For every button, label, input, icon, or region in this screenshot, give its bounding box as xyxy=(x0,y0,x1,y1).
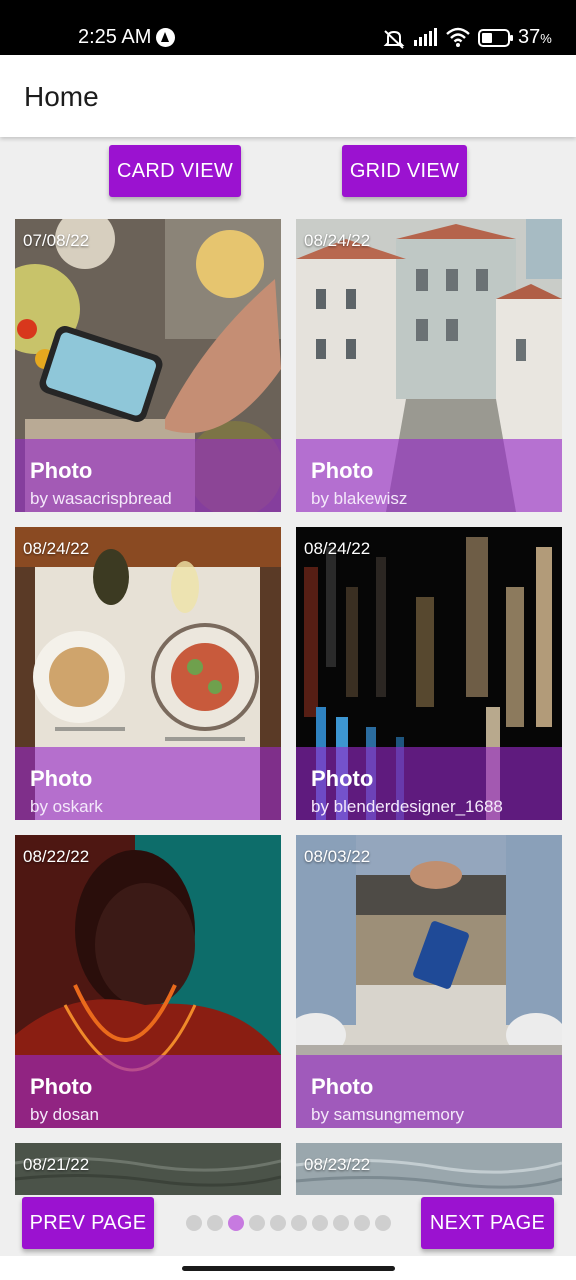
card-caption: Photo by blenderdesigner_1688 xyxy=(296,747,562,820)
card-title: Photo xyxy=(30,1074,93,1099)
accessibility-icon xyxy=(156,28,175,47)
card-date: 08/23/22 xyxy=(304,1155,371,1174)
next-page-button[interactable]: NEXT PAGE xyxy=(421,1197,554,1249)
mute-icon xyxy=(383,30,405,49)
card-caption: Photo by wasacrispbread xyxy=(15,439,281,512)
wifi-icon xyxy=(446,27,470,47)
page-dot[interactable] xyxy=(186,1215,202,1231)
status-bar: 2:25 AM 37% xyxy=(0,0,576,55)
card-caption: Photo by dosan xyxy=(15,1055,281,1128)
photo-card[interactable]: 08/24/22 Photo by blenderdesigner_1688 xyxy=(296,527,562,820)
card-title: Photo xyxy=(30,458,93,483)
grid-view-button[interactable]: GRID VIEW xyxy=(342,145,467,197)
page-indicator xyxy=(186,1215,391,1231)
page-dot[interactable] xyxy=(249,1215,265,1231)
card-date: 08/22/22 xyxy=(23,847,90,866)
page-dot[interactable] xyxy=(207,1215,223,1231)
card-date: 08/21/22 xyxy=(23,1155,90,1174)
page-dot[interactable] xyxy=(291,1215,307,1231)
page-dot[interactable] xyxy=(354,1215,370,1231)
photo-card[interactable]: 08/24/22 Photo by oskark xyxy=(15,527,281,820)
page-dot[interactable] xyxy=(333,1215,349,1231)
photo-card[interactable]: 08/21/22 xyxy=(15,1143,281,1195)
card-date: 08/24/22 xyxy=(304,539,371,558)
card-author: by oskark xyxy=(30,797,103,816)
photo-card[interactable]: 08/22/22 Photo by dosan xyxy=(15,835,281,1128)
app-bar: Home xyxy=(0,55,576,137)
card-title: Photo xyxy=(311,458,374,483)
card-title: Photo xyxy=(311,1074,374,1099)
card-caption: Photo by samsungmemory xyxy=(296,1055,562,1128)
battery-icon xyxy=(478,29,513,47)
page-dot[interactable] xyxy=(312,1215,328,1231)
card-author: by samsungmemory xyxy=(311,1105,465,1124)
status-time: 2:25 AM xyxy=(78,26,152,48)
photo-card[interactable]: 08/23/22 xyxy=(296,1143,562,1195)
card-title: Photo xyxy=(311,766,374,791)
photo-card[interactable]: 08/24/22 Photo by blakewisz xyxy=(296,219,562,512)
page-dot-active[interactable] xyxy=(228,1215,244,1231)
card-date: 07/08/22 xyxy=(23,231,90,250)
page-title: Home xyxy=(24,81,99,112)
prev-page-button[interactable]: PREV PAGE xyxy=(22,1197,154,1249)
card-date: 08/24/22 xyxy=(23,539,90,558)
photo-card[interactable]: 08/03/22 Photo by samsungmemory xyxy=(296,835,562,1128)
card-author: by blenderdesigner_1688 xyxy=(311,797,503,816)
home-indicator[interactable] xyxy=(182,1266,395,1271)
card-view-button[interactable]: CARD VIEW xyxy=(109,145,241,197)
card-author: by blakewisz xyxy=(311,489,408,508)
signal-icon xyxy=(414,28,437,46)
page-dot[interactable] xyxy=(375,1215,391,1231)
card-title: Photo xyxy=(30,766,93,791)
photo-card[interactable]: 07/08/22 Photo by wasacrispbread xyxy=(15,219,281,512)
card-date: 08/24/22 xyxy=(304,231,371,250)
card-caption: Photo by oskark xyxy=(15,747,281,820)
card-author: by wasacrispbread xyxy=(30,489,172,508)
card-date: 08/03/22 xyxy=(304,847,371,866)
page-dot[interactable] xyxy=(270,1215,286,1231)
card-caption: Photo by blakewisz xyxy=(296,439,562,512)
card-author: by dosan xyxy=(30,1105,99,1124)
battery-percent: 37% xyxy=(518,26,552,48)
